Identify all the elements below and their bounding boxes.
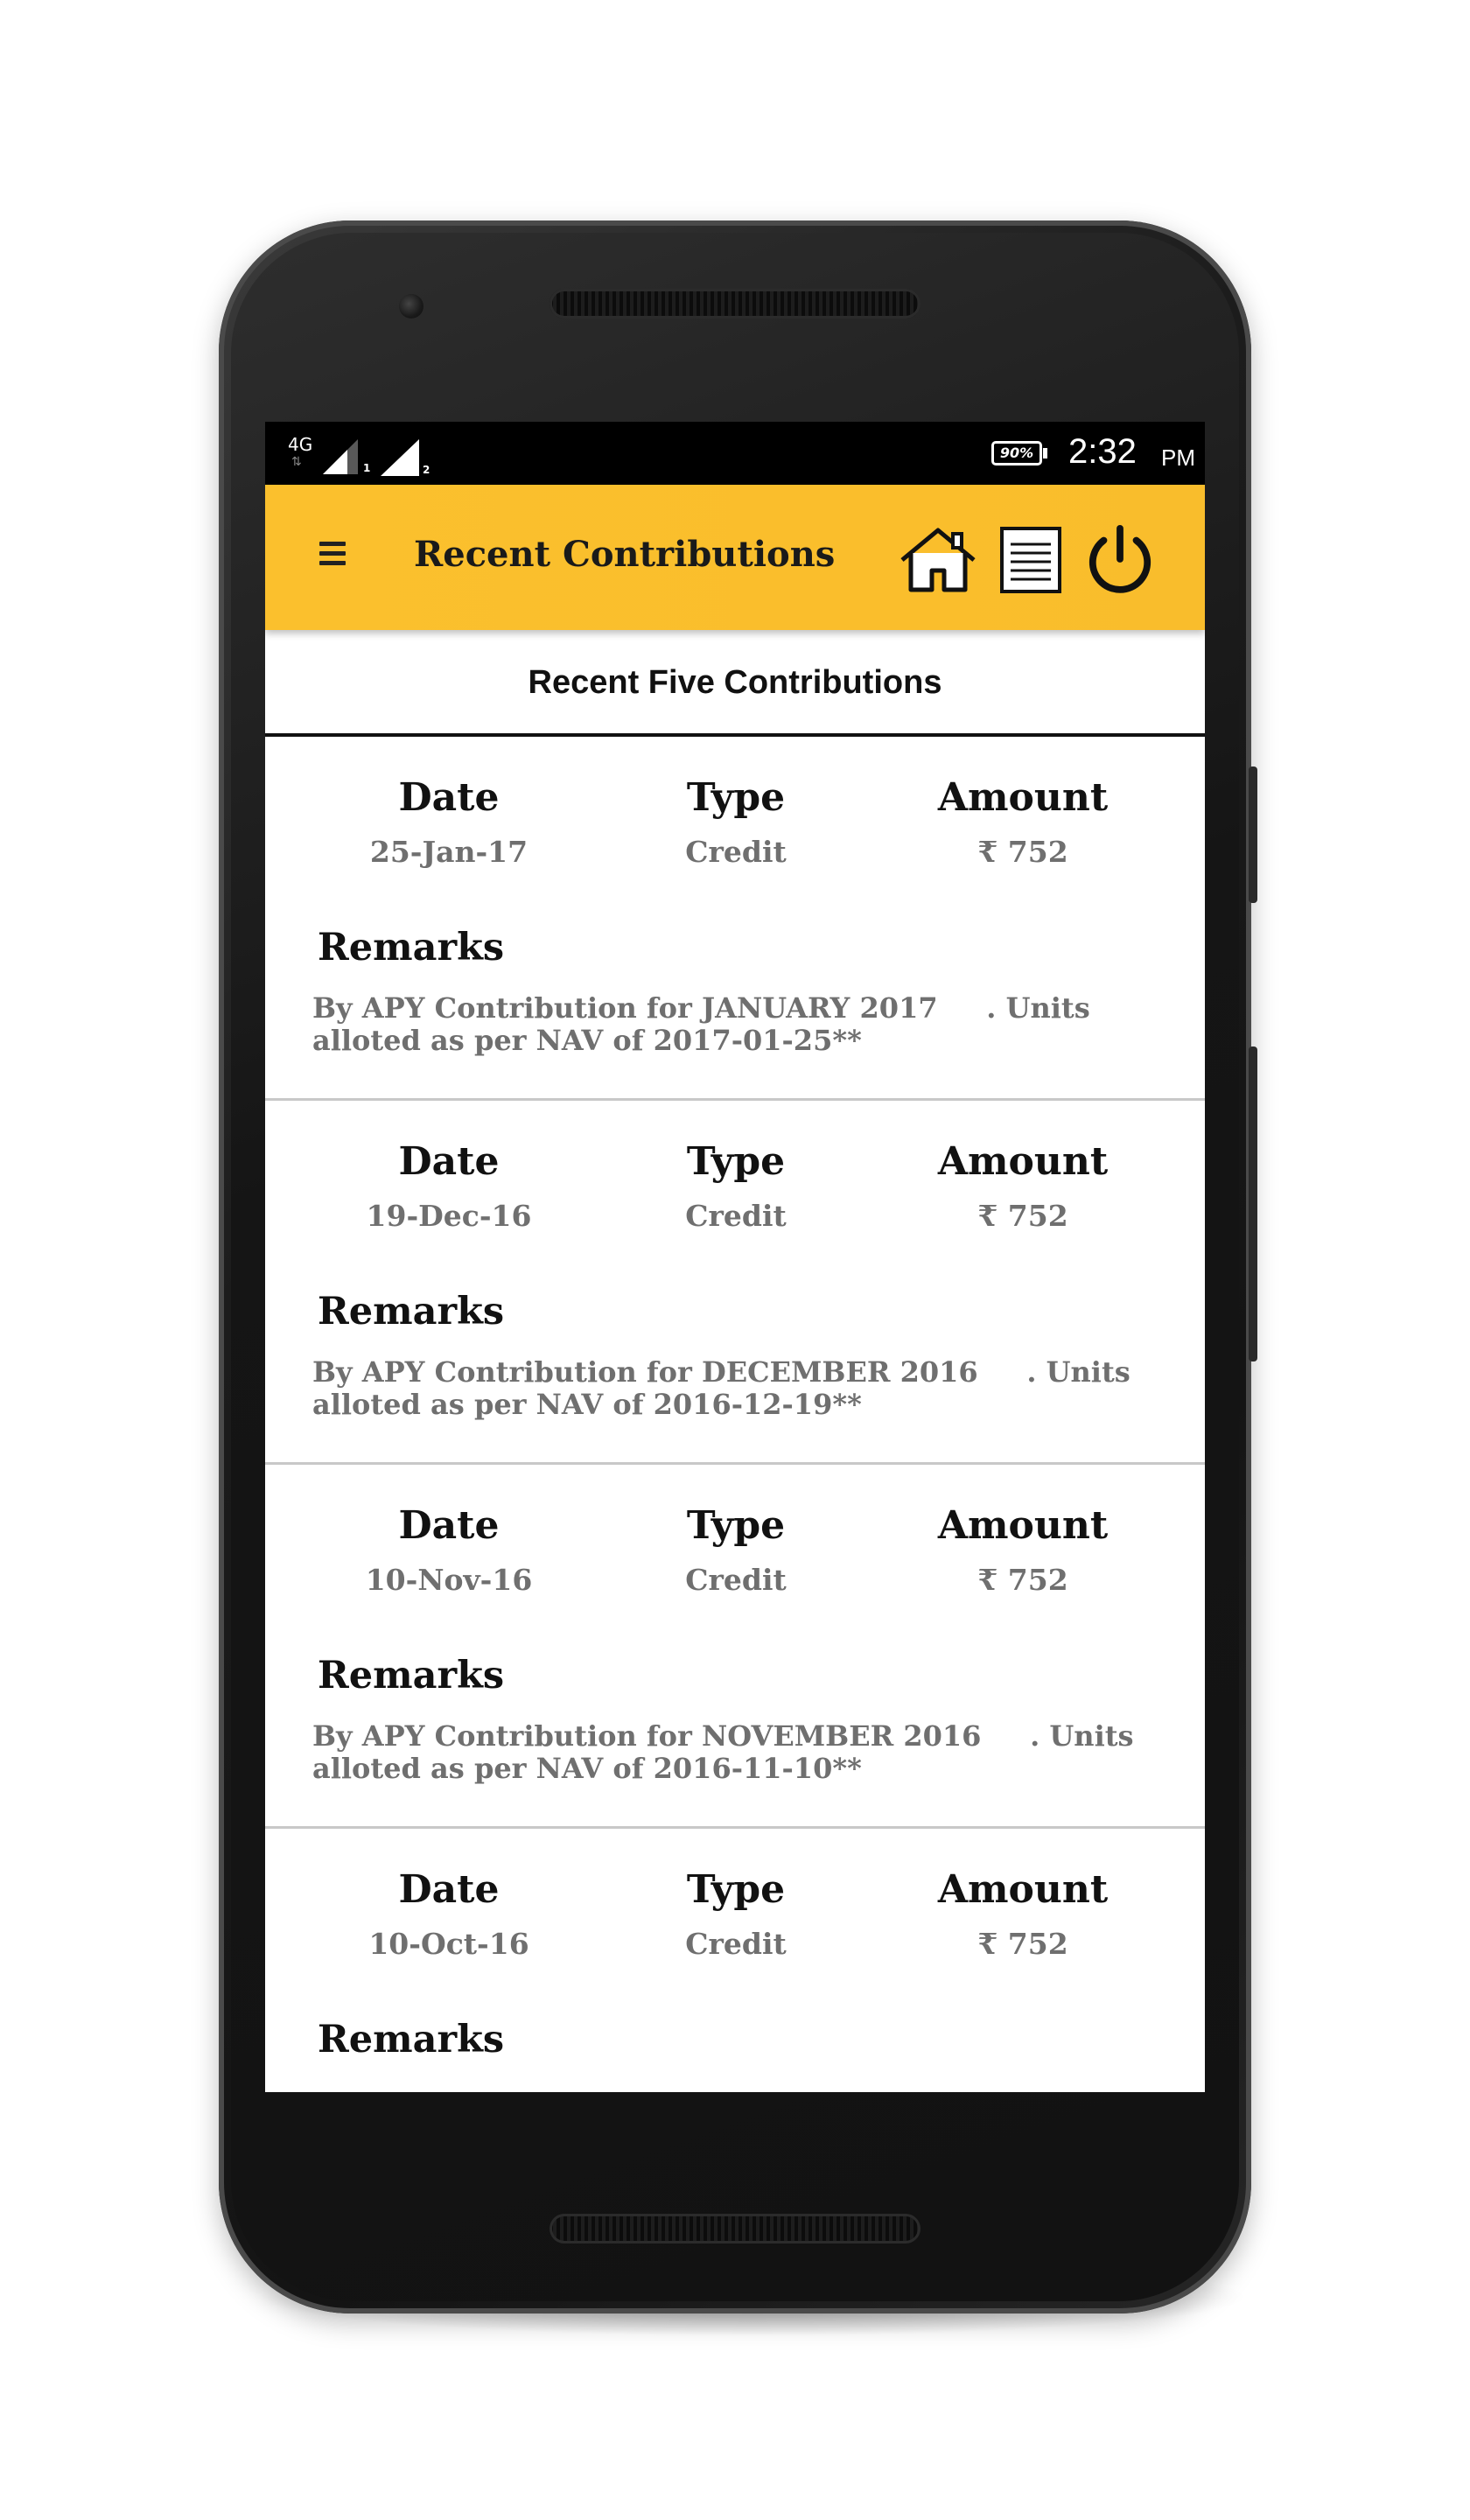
network-type: 4G [288, 434, 313, 455]
volume-button [1249, 766, 1257, 903]
amount-value: ₹ 752 [977, 1563, 1068, 1597]
front-camera [399, 294, 424, 318]
amount-value: ₹ 752 [977, 1199, 1068, 1233]
power-side-button [1249, 1046, 1257, 1362]
contribution-card: Date Type Amount 10-Nov-16 Credit ₹ 752 … [265, 1465, 1205, 1829]
type-value: Credit [685, 1563, 787, 1597]
date-value: 10-Nov-16 [365, 1563, 533, 1597]
date-value: 19-Dec-16 [366, 1199, 532, 1233]
battery-icon: 90% [991, 441, 1042, 466]
signal-icon-sim2 [381, 439, 419, 476]
bottom-speaker [550, 2214, 920, 2244]
sim2-label: 2 [423, 464, 430, 476]
clock-time: 2:32 [1068, 432, 1137, 471]
remarks-header: Remarks [318, 926, 505, 970]
app-bar: Recent Contributions [265, 485, 1205, 630]
contribution-card: Date Type Amount 19-Dec-16 Credit ₹ 752 … [265, 1101, 1205, 1465]
status-bar: 4G ⇅ 1 2 90% 2:32 PM [265, 422, 1205, 485]
remarks-text: By APY Contribution for DECEMBER 2016 . … [312, 1355, 1140, 1421]
date-value: 25-Jan-17 [369, 835, 528, 869]
amount-header: Amount [937, 1139, 1109, 1184]
remarks-header: Remarks [318, 1290, 505, 1334]
top-speaker [550, 289, 920, 318]
signal-icon-sim1 [323, 439, 358, 474]
contribution-card: Date Type Amount 10-Oct-16 Credit ₹ 752 … [265, 1829, 1205, 2092]
amount-value: ₹ 752 [977, 1927, 1068, 1961]
amount-header: Amount [937, 775, 1109, 820]
battery-level: 90% [999, 444, 1034, 461]
remarks-header: Remarks [318, 1654, 505, 1698]
clock-ampm: PM [1161, 444, 1195, 471]
contributions-list: Recent Five Contributions Date Type Amou… [265, 630, 1205, 2092]
date-header: Date [398, 1867, 500, 1912]
amount-value: ₹ 752 [977, 835, 1068, 869]
data-arrows-icon: ⇅ [291, 455, 302, 469]
amount-header: Amount [937, 1867, 1109, 1912]
power-icon[interactable] [1081, 525, 1159, 593]
battery-tip [1043, 448, 1047, 458]
type-header: Type [686, 1139, 786, 1184]
type-header: Type [686, 775, 786, 820]
amount-header: Amount [937, 1503, 1109, 1548]
type-value: Credit [685, 1199, 787, 1233]
contribution-card: Date Type Amount 25-Jan-17 Credit ₹ 752 … [265, 737, 1205, 1101]
type-header: Type [686, 1503, 786, 1548]
remarks-text: By APY Contribution for NOVEMBER 2016 . … [312, 1719, 1144, 1785]
home-icon[interactable] [899, 525, 977, 593]
screen: 4G ⇅ 1 2 90% 2:32 PM Recent Contribution… [265, 422, 1205, 2092]
date-header: Date [398, 1503, 500, 1548]
menu-icon[interactable] [319, 542, 346, 573]
date-header: Date [398, 1139, 500, 1184]
type-header: Type [686, 1867, 786, 1912]
date-header: Date [398, 775, 500, 820]
type-value: Credit [685, 835, 787, 869]
date-value: 10-Oct-16 [368, 1927, 529, 1961]
sim1-label: 1 [363, 462, 371, 474]
document-icon[interactable] [997, 525, 1065, 593]
remarks-text: By APY Contribution for JANUARY 2017 . U… [312, 991, 1100, 1057]
remarks-header: Remarks [318, 2018, 505, 2062]
section-title: Recent Five Contributions [265, 630, 1205, 737]
page-title: Recent Contributions [414, 534, 836, 575]
type-value: Credit [685, 1927, 787, 1961]
